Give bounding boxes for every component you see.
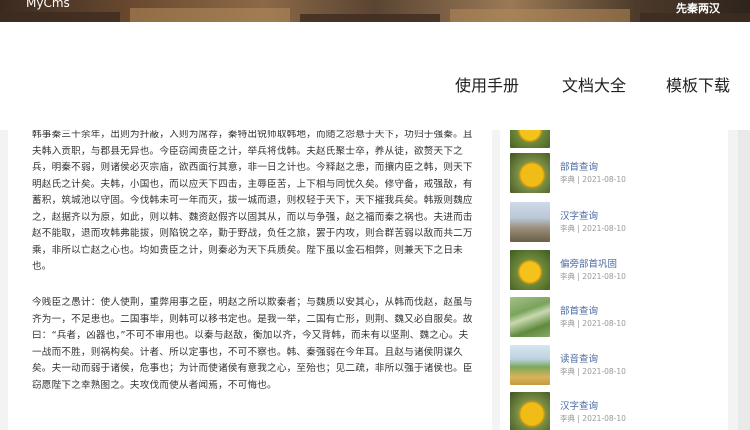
sidebar-item-title[interactable]: 部首查询 <box>560 159 598 173</box>
sidebar-item-meta: 李典 | 2021-08-10 <box>560 367 626 376</box>
nav-item-manual[interactable]: 使用手册 <box>455 72 519 96</box>
sidebar-item-title[interactable]: 部首查询 <box>560 303 598 317</box>
page: MyCms 先秦两汉 使用手册 文档大全 模板下载 韩事秦三十余年，出则为扞蔽，… <box>0 0 750 430</box>
sidebar-item[interactable]: 部首查询 李典 | 2021-08-10 <box>510 297 720 341</box>
sidebar-thumbnail[interactable] <box>510 345 550 385</box>
article-body: 韩事秦三十余年，出则为扞蔽，入则为席荐，秦特出锐师取韩地，而随之怨悬于天下，功归… <box>8 130 492 430</box>
sidebar-thumbnail[interactable] <box>510 392 550 430</box>
nav-item-docs[interactable]: 文档大全 <box>562 72 626 96</box>
site-banner: MyCms 先秦两汉 <box>0 0 750 22</box>
sidebar-thumbnail[interactable] <box>510 153 550 193</box>
nav-item-templates[interactable]: 模板下载 <box>666 72 730 96</box>
top-nav: 使用手册 文档大全 模板下载 <box>0 22 750 130</box>
sidebar-item[interactable] <box>510 130 720 152</box>
sidebar-item-meta: 李典 | 2021-08-10 <box>560 414 626 423</box>
site-logo[interactable]: MyCms <box>26 0 70 10</box>
sidebar-item-meta: 李典 | 2021-08-10 <box>560 272 626 281</box>
page-gutter <box>738 130 750 430</box>
sidebar-thumbnail[interactable] <box>510 250 550 290</box>
sidebar-thumbnail[interactable] <box>510 297 550 337</box>
sidebar-item-title[interactable]: 汉字查询 <box>560 208 598 222</box>
sidebar-item-meta: 李典 | 2021-08-10 <box>560 319 626 328</box>
sidebar-item-meta: 李典 | 2021-08-10 <box>560 175 626 184</box>
sidebar-item[interactable]: 读音查询 李典 | 2021-08-10 <box>510 345 720 389</box>
sidebar-item-title[interactable]: 汉字查询 <box>560 398 598 412</box>
sidebar-item-title[interactable]: 读音查询 <box>560 351 598 365</box>
sidebar-item[interactable]: 汉字查询 李典 | 2021-08-10 <box>510 392 720 430</box>
banner-right-link[interactable]: 先秦两汉 <box>676 0 720 16</box>
sidebar-list: 部首查询 李典 | 2021-08-10 汉字查询 李典 | 2021-08-1… <box>500 130 728 430</box>
sidebar-thumbnail[interactable] <box>510 130 550 148</box>
sidebar-item[interactable]: 部首查询 李典 | 2021-08-10 <box>510 153 720 197</box>
article-paragraph: 今贱臣之愚计：使人使荆，重弊用事之臣，明赵之所以欺秦者；与魏质以安其心，从韩而伐… <box>32 297 473 391</box>
sidebar-item-title[interactable]: 偏旁部首巩固 <box>560 256 617 270</box>
sidebar-item[interactable]: 汉字查询 李典 | 2021-08-10 <box>510 202 720 246</box>
sidebar-item[interactable]: 偏旁部首巩固 李典 | 2021-08-10 <box>510 250 720 294</box>
sidebar-thumbnail[interactable] <box>510 202 550 242</box>
sidebar-item-meta: 李典 | 2021-08-10 <box>560 224 626 233</box>
article-paragraph: 韩事秦三十余年，出则为扞蔽，入则为席荐，秦特出锐师取韩地，而随之怨悬于天下，功归… <box>32 130 473 272</box>
